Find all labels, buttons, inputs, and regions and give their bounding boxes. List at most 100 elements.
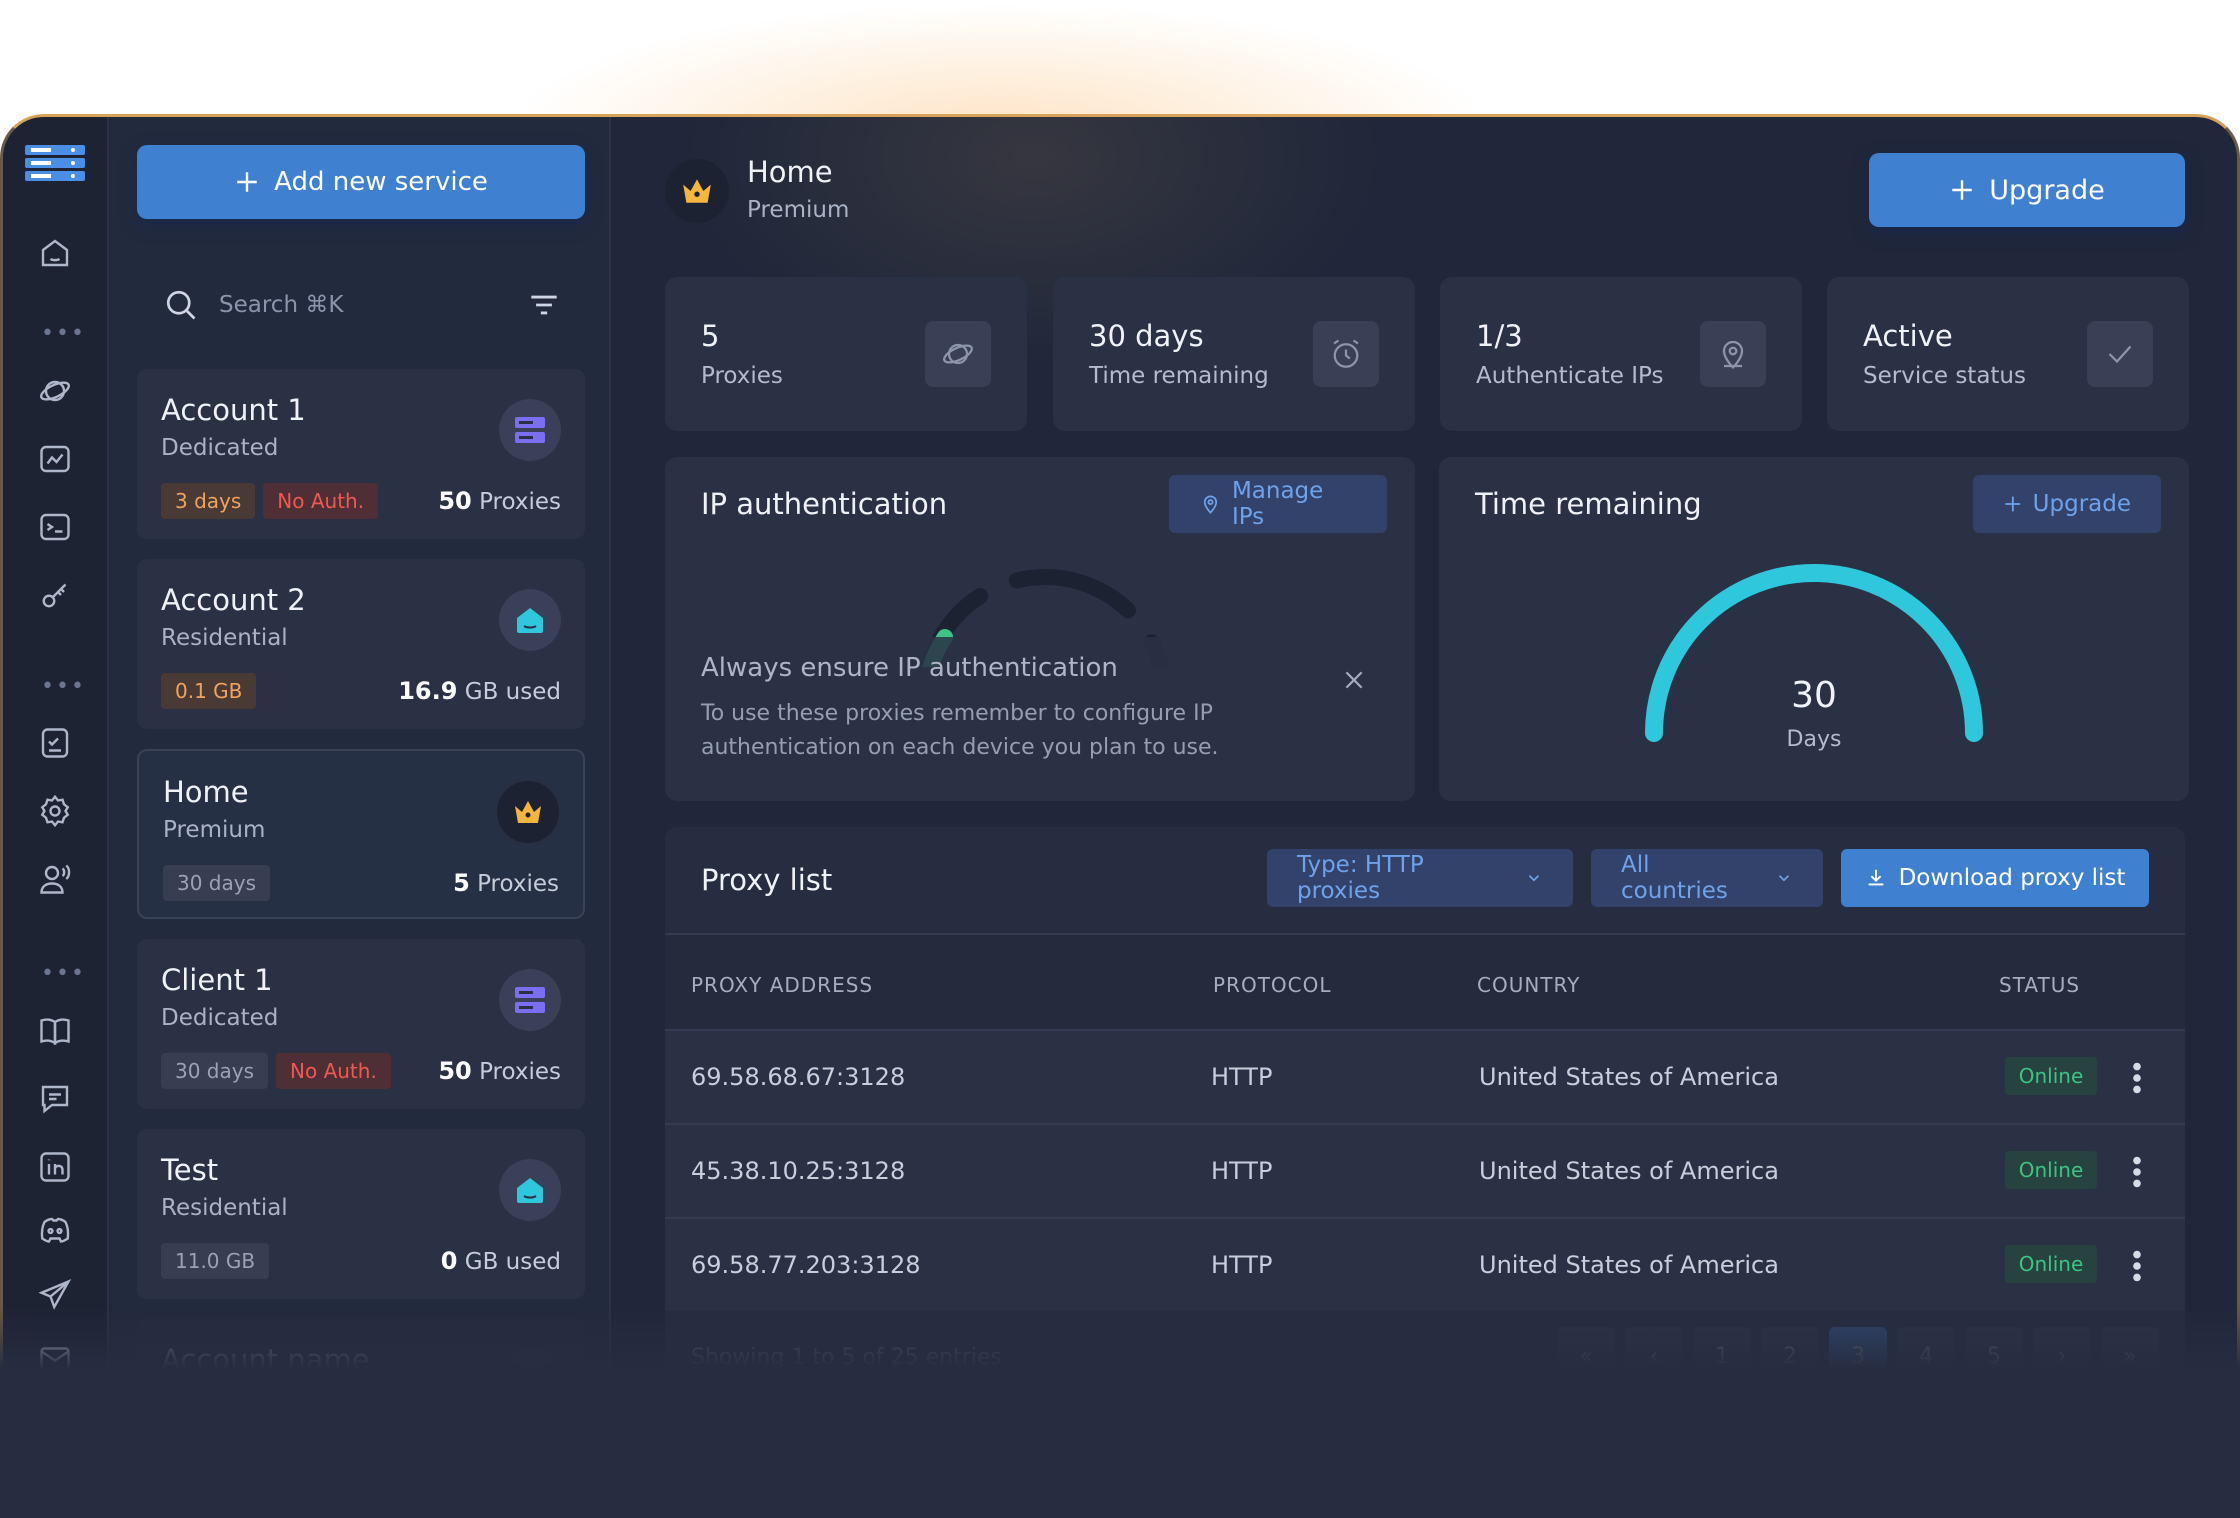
server-icon xyxy=(499,969,561,1031)
server-logo-icon[interactable] xyxy=(25,145,85,181)
status-badge: Online xyxy=(2005,1151,2097,1189)
stat-label: Proxies xyxy=(701,363,783,389)
home-icon xyxy=(499,1159,561,1221)
search-input[interactable]: Search ⌘K xyxy=(219,292,525,318)
column-header-status: STATUS xyxy=(1999,973,2081,997)
gauge-unit: Days xyxy=(1786,727,1842,752)
chat-icon[interactable] xyxy=(37,1081,73,1117)
column-header-country: COUNTRY xyxy=(1477,973,1581,997)
page-button-2[interactable]: 2 xyxy=(1761,1327,1819,1385)
key-icon[interactable] xyxy=(37,577,73,613)
proxy-list-panel: Proxy list Type: HTTP proxies All countr… xyxy=(665,827,2185,1518)
alarm-icon xyxy=(1313,321,1379,387)
proxy-protocol: HTTP xyxy=(1211,1063,1273,1091)
time-gauge xyxy=(1645,564,1983,742)
add-new-service-label: Add new service xyxy=(274,167,488,197)
service-card-test[interactable]: Test Residential 11.0 GB 0 GB used xyxy=(137,1129,585,1299)
panel-upgrade-button[interactable]: Upgrade xyxy=(1973,475,2161,533)
table-footer: Showing 1 to 5 of 25 entries « ‹ 1 2 3 4… xyxy=(665,1311,2185,1407)
planet-icon[interactable] xyxy=(37,373,73,409)
filter-icon[interactable] xyxy=(525,286,563,324)
prev-page-button[interactable]: ‹ xyxy=(1625,1327,1683,1385)
country-filter-dropdown[interactable]: All countries xyxy=(1591,849,1823,907)
data-badge: 11.0 GB xyxy=(161,1243,270,1279)
monitor-chart-icon[interactable] xyxy=(37,441,73,477)
service-card-account-name[interactable]: Account name Mobile xyxy=(137,1319,585,1489)
next-page-button[interactable]: › xyxy=(2033,1327,2091,1385)
app-window: ••• ••• ••• Add new service Search ⌘K Ac… xyxy=(0,114,2240,1518)
type-filter-dropdown[interactable]: Type: HTTP proxies xyxy=(1267,849,1573,907)
service-card-home[interactable]: Home Premium 30 days 5 Proxies xyxy=(137,749,585,919)
telegram-icon[interactable] xyxy=(37,1277,73,1313)
table-row[interactable]: 45.38.10.25:3128 HTTP United States of A… xyxy=(665,1123,2185,1217)
download-icon xyxy=(1868,869,1883,886)
days-badge: 30 days xyxy=(163,865,271,901)
more-options-icon[interactable] xyxy=(2127,1247,2147,1285)
stat-label: Time remaining xyxy=(1089,363,1269,389)
discord-icon[interactable] xyxy=(37,1213,73,1249)
upgrade-label: Upgrade xyxy=(1989,174,2105,206)
time-remaining-panel: Time remaining Upgrade 30 Days xyxy=(1439,457,2189,801)
stat-label: Authenticate IPs xyxy=(1476,363,1664,389)
search-icon xyxy=(166,290,196,320)
checklist-icon[interactable] xyxy=(37,725,73,761)
usage-count: 16.9 xyxy=(398,677,458,705)
stat-value: 5 xyxy=(701,319,720,353)
plus-icon xyxy=(2005,496,2021,512)
service-usage: 16.9 GB used xyxy=(398,677,561,705)
mail-icon[interactable] xyxy=(37,1341,73,1377)
days-badge: 30 days xyxy=(161,1053,269,1089)
service-type: Mobile xyxy=(161,1385,237,1411)
proxy-address: 69.58.77.203:3128 xyxy=(691,1251,921,1279)
stat-value: 1/3 xyxy=(1476,319,1523,353)
manage-ips-button[interactable]: Manage IPs xyxy=(1169,475,1387,533)
page-button-1[interactable]: 1 xyxy=(1693,1327,1751,1385)
more-options-icon[interactable] xyxy=(2127,1059,2147,1097)
crown-icon xyxy=(497,781,559,843)
table-row[interactable]: 69.58.77.203:3128 HTTP United States of … xyxy=(665,1217,2185,1311)
check-icon xyxy=(2087,321,2153,387)
home-icon[interactable] xyxy=(37,235,73,271)
table-row[interactable]: 69.58.68.67:3128 HTTP United States of A… xyxy=(665,1029,2185,1123)
last-page-button[interactable]: » xyxy=(2101,1327,2159,1385)
support-user-icon[interactable] xyxy=(37,861,73,897)
service-usage: 0 GB used xyxy=(441,1247,561,1275)
location-icon xyxy=(1700,321,1766,387)
proxy-protocol: HTTP xyxy=(1211,1157,1273,1185)
service-card-account-1[interactable]: Account 1 Dedicated 3 days No Auth. 50 P… xyxy=(137,369,585,539)
download-proxy-list-button[interactable]: Download proxy list xyxy=(1841,849,2149,907)
page-button-5[interactable]: 5 xyxy=(1965,1327,2023,1385)
service-name: Account 1 xyxy=(161,393,306,427)
icon-rail: ••• ••• ••• xyxy=(3,117,109,1518)
more-dots-icon: ••• xyxy=(41,321,86,346)
add-new-service-button[interactable]: Add new service xyxy=(137,145,585,219)
more-options-icon[interactable] xyxy=(2127,1153,2147,1191)
ip-authentication-panel: IP authentication Manage IPs Always ensu… xyxy=(665,457,1415,801)
gear-icon[interactable] xyxy=(37,793,73,829)
service-card-client-1[interactable]: Client 1 Dedicated 30 days No Auth. 50 P… xyxy=(137,939,585,1109)
planet-icon xyxy=(925,321,991,387)
close-icon[interactable] xyxy=(1341,667,1367,693)
phone-icon xyxy=(499,1349,561,1411)
home-icon xyxy=(499,589,561,651)
first-page-button[interactable]: « xyxy=(1557,1327,1615,1385)
linkedin-icon[interactable] xyxy=(37,1149,73,1185)
page-button-3[interactable]: 3 xyxy=(1829,1327,1887,1385)
usage-count: 0 xyxy=(440,1247,458,1275)
panel-title: IP authentication xyxy=(701,487,948,521)
chevron-down-icon xyxy=(1528,875,1540,882)
page-button-4[interactable]: 4 xyxy=(1897,1327,1955,1385)
more-dots-icon: ••• xyxy=(41,674,86,699)
service-type: Premium xyxy=(163,817,266,843)
proxy-country: United States of America xyxy=(1479,1063,1779,1091)
upgrade-button[interactable]: Upgrade xyxy=(1869,153,2185,227)
terminal-icon[interactable] xyxy=(37,509,73,545)
usage-count: 50 xyxy=(438,487,472,515)
service-name: Test xyxy=(161,1153,219,1187)
stat-card-authenticate-ips: 1/3 Authenticate IPs xyxy=(1440,277,1802,431)
stat-card-time-remaining: 30 days Time remaining xyxy=(1053,277,1415,431)
service-type: Dedicated xyxy=(161,435,279,461)
search-bar[interactable]: Search ⌘K xyxy=(137,277,585,333)
service-card-account-2[interactable]: Account 2 Residential 0.1 GB 16.9 GB use… xyxy=(137,559,585,729)
book-icon[interactable] xyxy=(37,1013,73,1049)
